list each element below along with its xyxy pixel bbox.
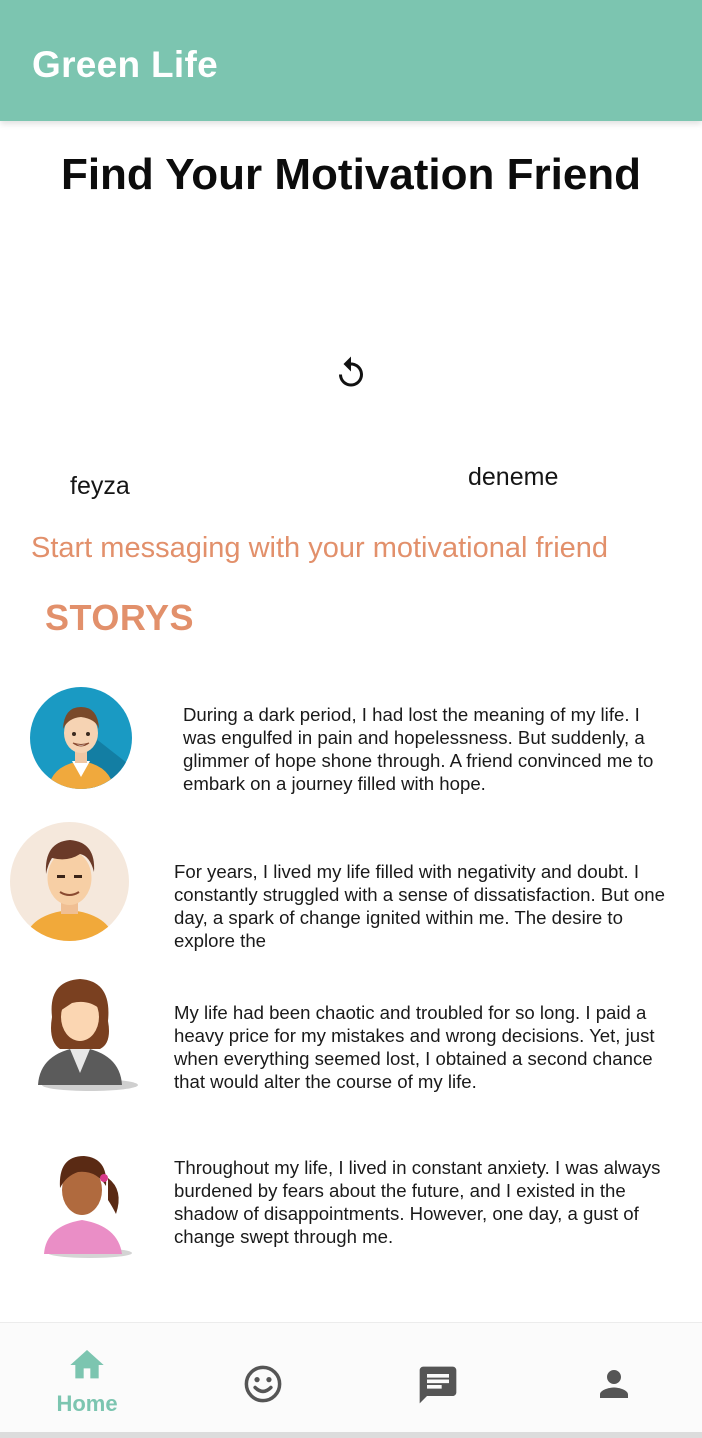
smiley-icon	[244, 1365, 282, 1403]
woman-avatar-icon	[38, 979, 138, 1091]
story-avatar-1	[30, 687, 132, 794]
story-text-1: During a dark period, I had lost the mea…	[183, 704, 654, 794]
story-text-3: My life had been chaotic and troubled fo…	[174, 1002, 655, 1092]
page-title: Find Your Motivation Friend	[60, 150, 642, 199]
man-avatar-icon	[10, 822, 129, 941]
nav-mood[interactable]	[203, 1323, 323, 1431]
nav-profile[interactable]	[554, 1323, 674, 1431]
home-icon	[70, 1350, 104, 1379]
app-bar: Green Life	[0, 0, 702, 121]
refresh-button[interactable]	[331, 353, 371, 393]
story-avatar-2	[10, 822, 129, 946]
story-text-2: For years, I lived my life filled with n…	[174, 861, 665, 951]
nav-chat[interactable]	[378, 1323, 498, 1431]
system-gesture-bar	[0, 1432, 702, 1438]
start-messaging-link[interactable]: Start messaging with your motivational f…	[31, 532, 608, 565]
person-icon	[600, 1370, 628, 1398]
man-avatar-icon	[30, 687, 132, 789]
girl-avatar-icon	[44, 1156, 132, 1258]
story-avatar-3	[30, 973, 140, 1098]
story-avatar-4	[38, 1150, 133, 1265]
app-title: Green Life	[32, 44, 218, 85]
story-text-4: Throughout my life, I lived in constant …	[174, 1157, 661, 1247]
friend-name-2[interactable]: deneme	[468, 463, 558, 492]
stories-section-title: STORYS	[45, 597, 195, 638]
nav-home-label: Home	[56, 1391, 118, 1416]
chat-icon	[419, 1366, 457, 1404]
friend-name-1[interactable]: feyza	[70, 472, 130, 501]
bottom-navigation: Home	[0, 1322, 702, 1438]
refresh-icon	[339, 356, 363, 387]
nav-home[interactable]: Home	[27, 1323, 147, 1431]
